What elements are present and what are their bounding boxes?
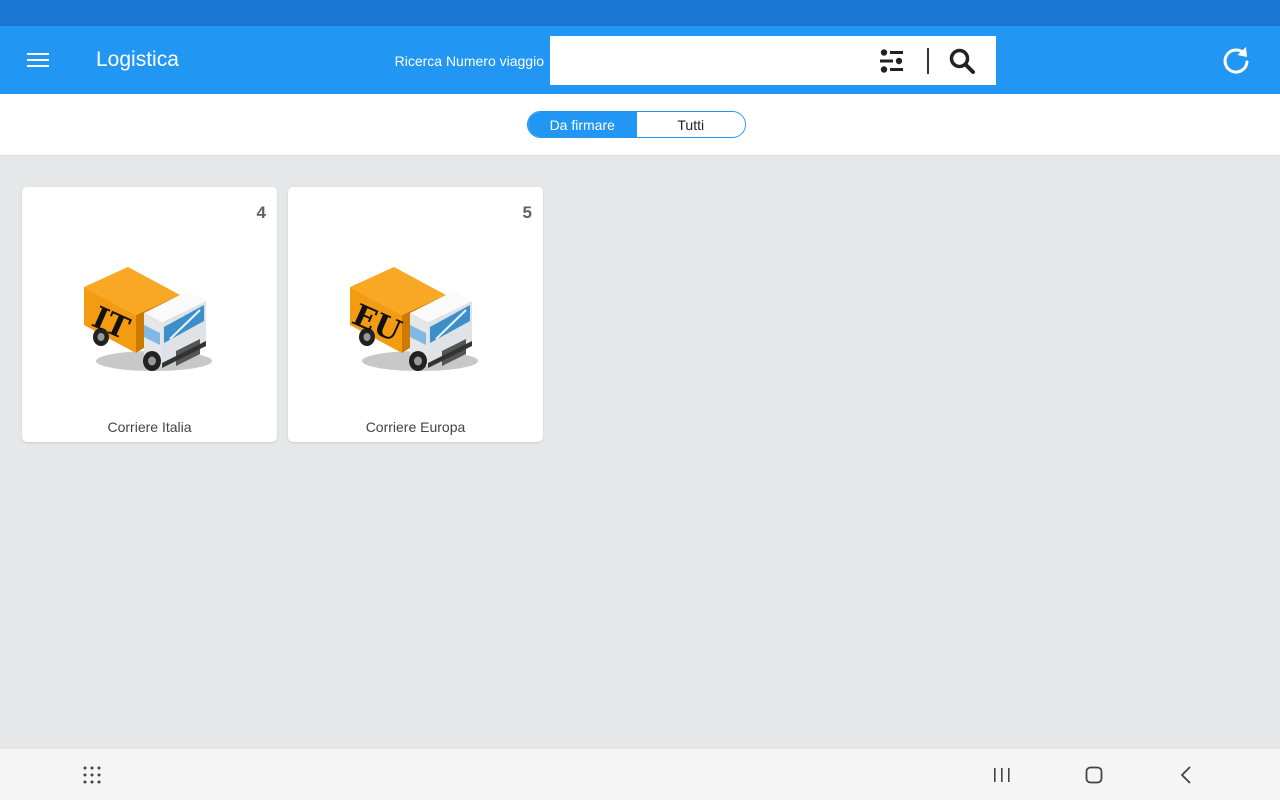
recents-icon	[994, 768, 1010, 782]
home-icon	[1085, 766, 1103, 784]
search-divider	[927, 48, 929, 74]
card-corriere-europa[interactable]: 5 EU Corriere Europa	[288, 187, 543, 442]
apps-grid-icon	[83, 766, 101, 784]
home-button[interactable]	[1079, 761, 1109, 789]
app-title: Logistica	[96, 48, 179, 71]
search-button[interactable]	[944, 46, 980, 76]
back-icon	[1180, 766, 1191, 784]
status-bar	[0, 0, 1280, 26]
segment-bar: Da firmare Tutti	[0, 94, 1280, 156]
refresh-icon	[1223, 47, 1249, 74]
card-corriere-italia[interactable]: 4 IT Corriere Italia	[22, 187, 277, 442]
search-label: Ricerca Numero viaggio	[394, 53, 544, 69]
segment-tutti[interactable]: Tutti	[636, 112, 745, 137]
app-bar: Logistica Ricerca Numero viaggio	[0, 26, 1280, 94]
card-label: Corriere Europa	[365, 419, 466, 435]
apps-button[interactable]	[77, 761, 107, 789]
system-nav-bar	[0, 749, 1280, 800]
filter-sliders-icon	[880, 49, 903, 73]
card-label: Corriere Italia	[107, 419, 192, 435]
card-count: 4	[256, 203, 266, 222]
card-count: 5	[522, 203, 532, 222]
back-button[interactable]	[1171, 761, 1201, 789]
magnifier-icon	[949, 48, 975, 74]
menu-button[interactable]	[18, 42, 58, 78]
truck-it-icon: IT	[84, 267, 212, 371]
refresh-button[interactable]	[1216, 42, 1256, 78]
recents-button[interactable]	[987, 761, 1017, 789]
filter-button[interactable]	[872, 47, 912, 75]
truck-eu-icon: EU	[350, 267, 478, 371]
search-input[interactable]	[550, 36, 860, 85]
filter-segmented-control: Da firmare Tutti	[527, 111, 746, 138]
hamburger-menu-icon	[27, 53, 49, 67]
segment-da-firmare[interactable]: Da firmare	[528, 112, 637, 137]
search-box	[550, 36, 996, 85]
